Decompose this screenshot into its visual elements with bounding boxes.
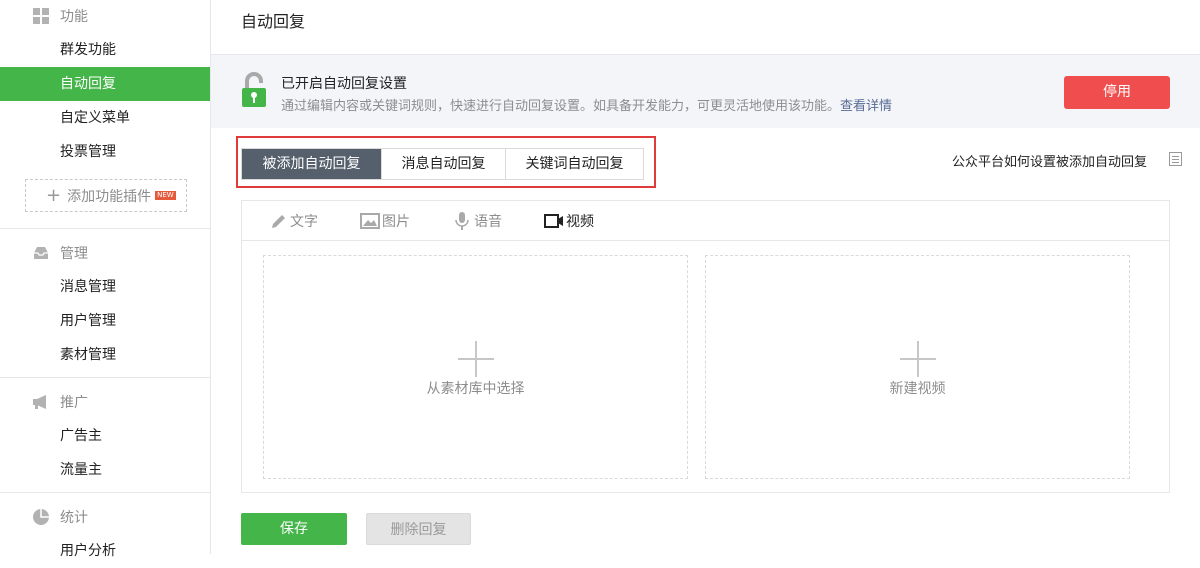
document-icon[interactable] (1169, 152, 1182, 166)
tool-label: 图片 (382, 213, 410, 230)
page-title: 自动回复 (241, 12, 306, 31)
sidebar-item-custom-menu[interactable]: 自定义菜单 (0, 101, 210, 135)
sidebar-item-vote[interactable]: 投票管理 (0, 135, 210, 169)
new-badge: NEW (155, 191, 176, 200)
sidebar-section-promotion: 推广 (32, 392, 88, 412)
image-icon (360, 212, 380, 230)
sidebar-item-auto-reply[interactable]: 自动回复 (0, 67, 210, 101)
sidebar-item-messages[interactable]: 消息管理 (0, 270, 210, 304)
select-from-library-panel[interactable]: 从素材库中选择 (263, 255, 688, 479)
sidebar-section-title: 功能 (60, 9, 88, 25)
sidebar-section-title: 统计 (60, 510, 88, 526)
panel-label: 新建视频 (889, 381, 946, 397)
plus-icon: + (46, 185, 62, 206)
tool-voice[interactable]: 语音 (452, 211, 502, 231)
sidebar: 功能 群发功能 自动回复 自定义菜单 投票管理 + 添加功能插件 NEW 管理 … (0, 0, 211, 559)
pencil-icon (268, 212, 288, 230)
microphone-icon (452, 211, 472, 230)
panel-label: 从素材库中选择 (426, 381, 525, 397)
sidebar-item-mass-send[interactable]: 群发功能 (0, 33, 210, 67)
sidebar-section-stats: 统计 (32, 507, 88, 527)
sidebar-item-materials[interactable]: 素材管理 (0, 338, 210, 372)
tool-label: 语音 (474, 213, 502, 230)
grid-icon (32, 7, 50, 25)
disable-button[interactable]: 停用 (1064, 76, 1170, 109)
unlock-icon (241, 72, 267, 108)
sidebar-item-user-analysis[interactable]: 用户分析 (0, 534, 210, 568)
status-banner: 已开启自动回复设置 通过编辑内容或关键词规则，快速进行自动回复设置。如具备开发能… (211, 54, 1200, 128)
plus-icon (899, 341, 936, 377)
inbox-icon (32, 244, 50, 262)
tab-keyword-reply[interactable]: 关键词自动回复 (505, 149, 643, 179)
sidebar-section-manage: 管理 (32, 243, 88, 263)
sidebar-item-publisher[interactable]: 流量主 (0, 453, 210, 487)
tool-text[interactable]: 文字 (268, 211, 318, 231)
sidebar-item-users[interactable]: 用户管理 (0, 304, 210, 338)
sidebar-section-title: 管理 (60, 246, 88, 262)
details-link[interactable]: 查看详情 (840, 99, 892, 114)
save-button[interactable]: 保存 (241, 513, 347, 545)
sidebar-divider (0, 492, 210, 493)
delete-reply-button[interactable]: 删除回复 (366, 513, 471, 545)
tab-message-reply[interactable]: 消息自动回复 (381, 149, 505, 179)
sidebar-divider (0, 377, 210, 378)
plus-icon (457, 341, 494, 377)
media-toolbar: 文字 图片 语音 视频 (242, 201, 1169, 241)
tab-added-reply[interactable]: 被添加自动回复 (242, 149, 381, 179)
status-description-text: 通过编辑内容或关键词规则，快速进行自动回复设置。如具备开发能力，可更灵活地使用该… (281, 99, 841, 114)
video-icon (544, 212, 564, 230)
status-title: 已开启自动回复设置 (281, 76, 407, 92)
sidebar-section-features: 功能 (32, 6, 88, 26)
tool-label: 视频 (566, 213, 594, 230)
reply-type-tabs: 被添加自动回复 消息自动回复 关键词自动回复 (241, 148, 644, 180)
sidebar-section-title: 推广 (60, 395, 88, 411)
tool-video[interactable]: 视频 (544, 211, 594, 231)
help-link[interactable]: 公众平台如何设置被添加自动回复 (952, 151, 1147, 170)
pie-chart-icon (32, 508, 50, 526)
reply-editor: 文字 图片 语音 视频 从素材库中选择 新建视频 (241, 200, 1170, 493)
sidebar-divider (0, 228, 210, 229)
tool-image[interactable]: 图片 (360, 211, 410, 231)
megaphone-icon (32, 393, 50, 411)
sidebar-item-advertiser[interactable]: 广告主 (0, 419, 210, 453)
status-description: 通过编辑内容或关键词规则，快速进行自动回复设置。如具备开发能力，可更灵活地使用该… (281, 95, 892, 114)
add-plugin-label: 添加功能插件 (67, 188, 152, 205)
tool-label: 文字 (290, 213, 318, 230)
main-content: 自动回复 已开启自动回复设置 通过编辑内容或关键词规则，快速进行自动回复设置。如… (211, 0, 1200, 554)
add-plugin-button[interactable]: + 添加功能插件 NEW (25, 179, 187, 212)
new-video-panel[interactable]: 新建视频 (705, 255, 1130, 479)
